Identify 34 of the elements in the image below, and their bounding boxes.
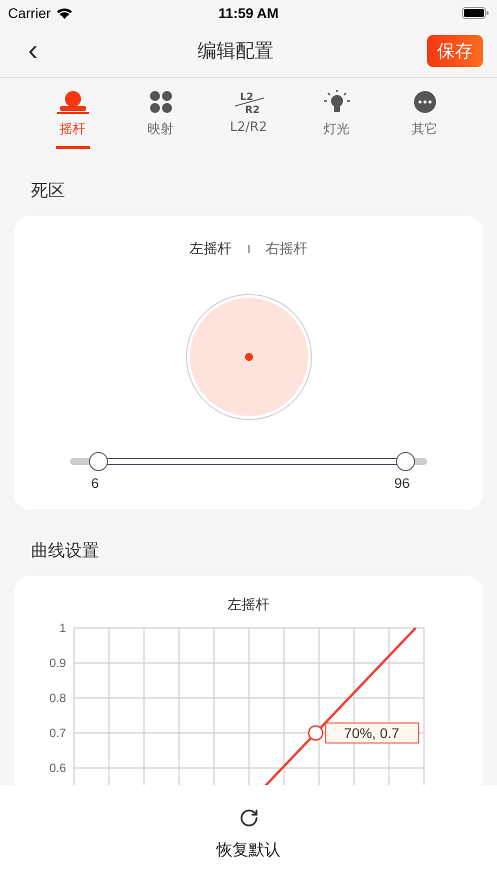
y-tick-label: 0.9 [49, 656, 66, 670]
slider-thumb[interactable] [88, 452, 108, 471]
tab[interactable]: 灯光 [302, 90, 372, 149]
y-tick-label: 0.7 [49, 726, 66, 740]
battery-icon [462, 6, 489, 18]
slider-value: 6 [91, 475, 99, 491]
tab[interactable]: L2 R2 L2/R2 [214, 90, 284, 149]
stick-tab[interactable]: 左摇杆 [190, 240, 232, 258]
four-dots-icon [148, 90, 172, 114]
y-tick-label: 0.6 [49, 761, 66, 775]
page-title: 编辑配置 [198, 39, 274, 64]
save-button[interactable]: 保存 [427, 35, 483, 67]
wifi-icon [56, 6, 73, 18]
lightbulb-icon [322, 90, 350, 114]
stick-tab[interactable]: 右摇杆 [266, 240, 308, 258]
y-tick-label: 1 [59, 621, 66, 635]
section-heading: 曲线设置 [30, 540, 100, 562]
carrier-name: Carrier [8, 4, 51, 20]
y-tick-label: 0.8 [49, 691, 66, 705]
more-icon [412, 90, 436, 114]
back-button[interactable]: ‹ [22, 36, 44, 66]
tab[interactable]: 映射 [126, 90, 196, 149]
section-heading: 死区 [30, 180, 66, 202]
chart-title: 左摇杆 [228, 596, 270, 614]
reset-icon [238, 808, 258, 828]
reset-button[interactable]: 恢复默认 [216, 808, 280, 860]
clock: 11:59 AM [218, 4, 279, 20]
tab[interactable]: 摇杆 [38, 90, 108, 149]
value-label: 70%, 0.7 [344, 725, 400, 741]
tab[interactable]: 其它 [390, 90, 460, 149]
joystick-icon [56, 90, 90, 114]
curve-handle[interactable] [308, 725, 324, 741]
slider-thumb[interactable] [396, 452, 415, 471]
slider-value: 96 [394, 475, 410, 491]
